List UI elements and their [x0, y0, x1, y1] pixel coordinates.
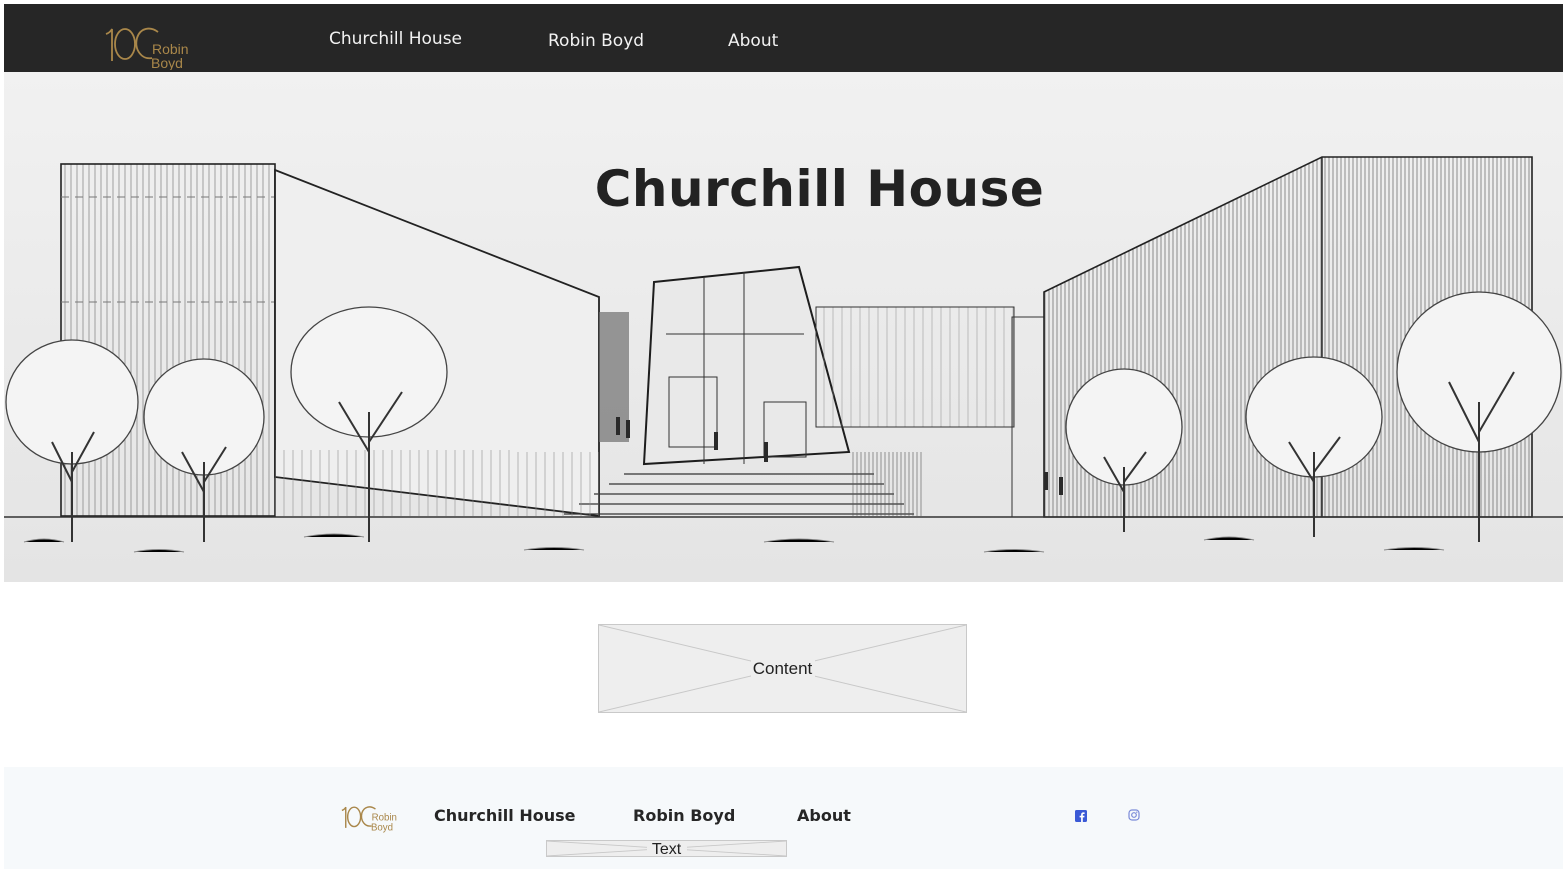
footer-logo-graphic: Robin Boyd: [341, 806, 397, 833]
nav-link-about[interactable]: About: [728, 31, 778, 51]
instagram-icon[interactable]: [1128, 809, 1140, 821]
robin-boyd-100-logo[interactable]: Robin Boyd: [100, 20, 196, 70]
footer-text-placeholder: Text: [546, 840, 787, 857]
footer-link-robin-boyd[interactable]: Robin Boyd: [633, 806, 735, 825]
content-placeholder: Content: [598, 624, 967, 713]
nav-link-robin-boyd[interactable]: Robin Boyd: [548, 31, 644, 51]
footer-text-label: Text: [646, 841, 687, 856]
site-footer: Robin Boyd Churchill House Robin Boyd Ab…: [4, 767, 1563, 869]
hero-banner: Churchill House: [4, 72, 1563, 582]
content-placeholder-label: Content: [750, 659, 815, 679]
hero-title: Churchill House: [594, 160, 1045, 218]
footer-logo-line2: Boyd: [371, 822, 393, 833]
footer-link-churchill-house[interactable]: Churchill House: [434, 806, 575, 825]
top-nav-bar: Robin Boyd Churchill House Robin Boyd Ab…: [4, 4, 1563, 72]
nav-link-churchill-house[interactable]: Churchill House: [329, 29, 462, 49]
footer-logo[interactable]: Robin Boyd: [338, 801, 400, 834]
footer-link-about[interactable]: About: [797, 806, 851, 825]
facebook-icon[interactable]: [1075, 810, 1087, 822]
architectural-sketch-image: [4, 72, 1563, 582]
logo-line2: Boyd: [151, 55, 183, 70]
logo-graphic: Robin Boyd: [105, 27, 189, 70]
